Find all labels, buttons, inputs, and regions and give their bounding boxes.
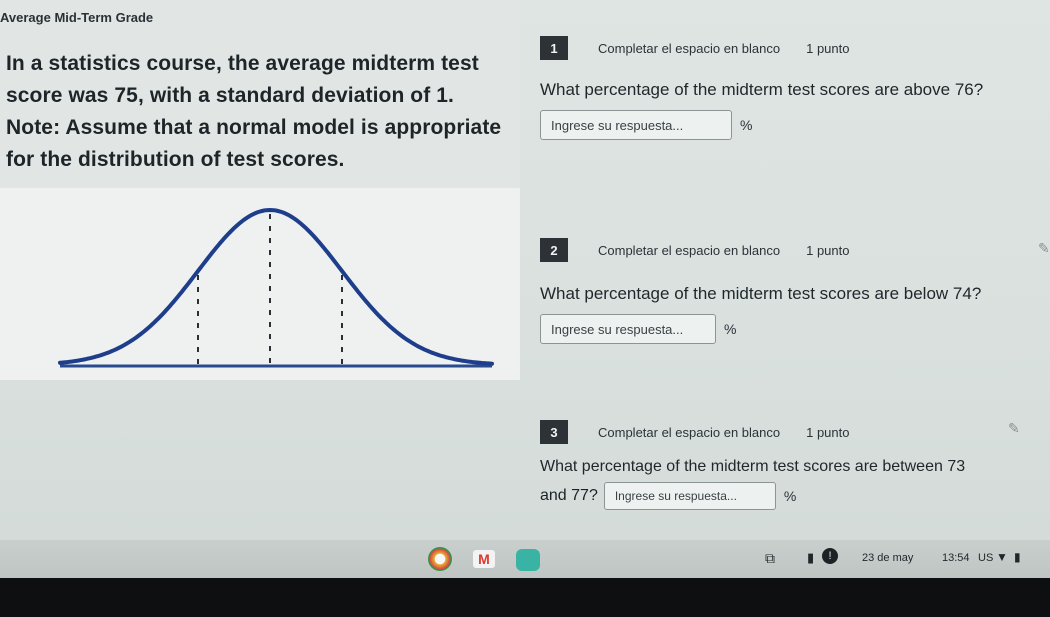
answer-input[interactable]: [603, 482, 776, 510]
taskbar: M ⧉ ▮ ! 23 de may 13:54 US ▼ ▮: [0, 540, 1050, 578]
percent-unit: %: [724, 321, 737, 337]
question-1-header: 1 Completar el espacio en blanco 1 punto: [540, 36, 1045, 60]
page-header-title: Average Mid-Term Grade: [0, 10, 154, 25]
edit-pencil-icon[interactable]: ✎: [1008, 420, 1020, 437]
problem-statement: In a statistics course, the average midt…: [6, 52, 502, 171]
time-label: 13:54: [942, 552, 970, 564]
clipboard-icon[interactable]: ▮: [807, 550, 814, 566]
question-2-header: 2 Completar el espacio en blanco 1 punto: [540, 238, 1045, 262]
edit-pencil-icon[interactable]: ✎: [1038, 240, 1050, 257]
answer-input[interactable]: [540, 314, 716, 344]
chrome-icon[interactable]: [428, 547, 452, 571]
question-points: 1 punto: [806, 424, 850, 440]
problem-panel: Average Mid-Term Grade In a statistics c…: [0, 0, 520, 380]
question-number-badge: 1: [540, 36, 568, 60]
gmail-icon[interactable]: M: [473, 550, 495, 568]
question-type-label: Completar el espacio en blanco: [598, 424, 781, 440]
question-text-continued: and 77?: [540, 487, 598, 504]
answer-input[interactable]: [540, 110, 732, 140]
bell-curve: [58, 207, 494, 366]
question-points: 1 punto: [806, 242, 850, 258]
question-3-header: 3 Completar el espacio en blanco 1 punto: [540, 420, 1045, 444]
sd-markers: [197, 214, 343, 365]
question-number-badge: 2: [540, 238, 568, 262]
screen-capture-icon[interactable]: ⧉: [765, 550, 775, 567]
date-label: 23 de may: [862, 552, 914, 564]
monitor-bezel: [0, 578, 1050, 617]
normal-curve-figure: [0, 188, 520, 380]
question-2: 2 Completar el espacio en blanco 1 punto…: [540, 238, 1045, 344]
answer-row: %: [540, 314, 1045, 344]
screen: Average Mid-Term Grade In a statistics c…: [0, 0, 1050, 578]
question-type-label: Completar el espacio en blanco: [598, 40, 781, 56]
percent-unit: %: [783, 488, 797, 504]
question-number-badge: 3: [540, 420, 568, 444]
question-points: 1 punto: [806, 40, 850, 56]
question-3: 3 Completar el espacio en blanco 1 punto…: [540, 420, 1045, 510]
question-1: 1 Completar el espacio en blanco 1 punto…: [540, 36, 1045, 140]
percent-unit: %: [740, 117, 753, 133]
question-text: What percentage of the midterm test scor…: [540, 80, 984, 99]
info-icon[interactable]: !: [822, 548, 838, 564]
answer-row: %: [540, 110, 1045, 140]
question-text: What percentage of the midterm test scor…: [540, 284, 982, 303]
wifi-icon[interactable]: ▼: [996, 550, 1008, 564]
locale-label[interactable]: US: [978, 552, 993, 564]
question-text: What percentage of the midterm test scor…: [540, 458, 966, 475]
answer-row: and 77? %: [540, 482, 1045, 510]
battery-icon[interactable]: ▮: [1014, 550, 1021, 564]
normal-curve-svg: [58, 207, 494, 368]
question-type-label: Completar el espacio en blanco: [598, 242, 781, 258]
meet-icon[interactable]: [516, 549, 540, 571]
